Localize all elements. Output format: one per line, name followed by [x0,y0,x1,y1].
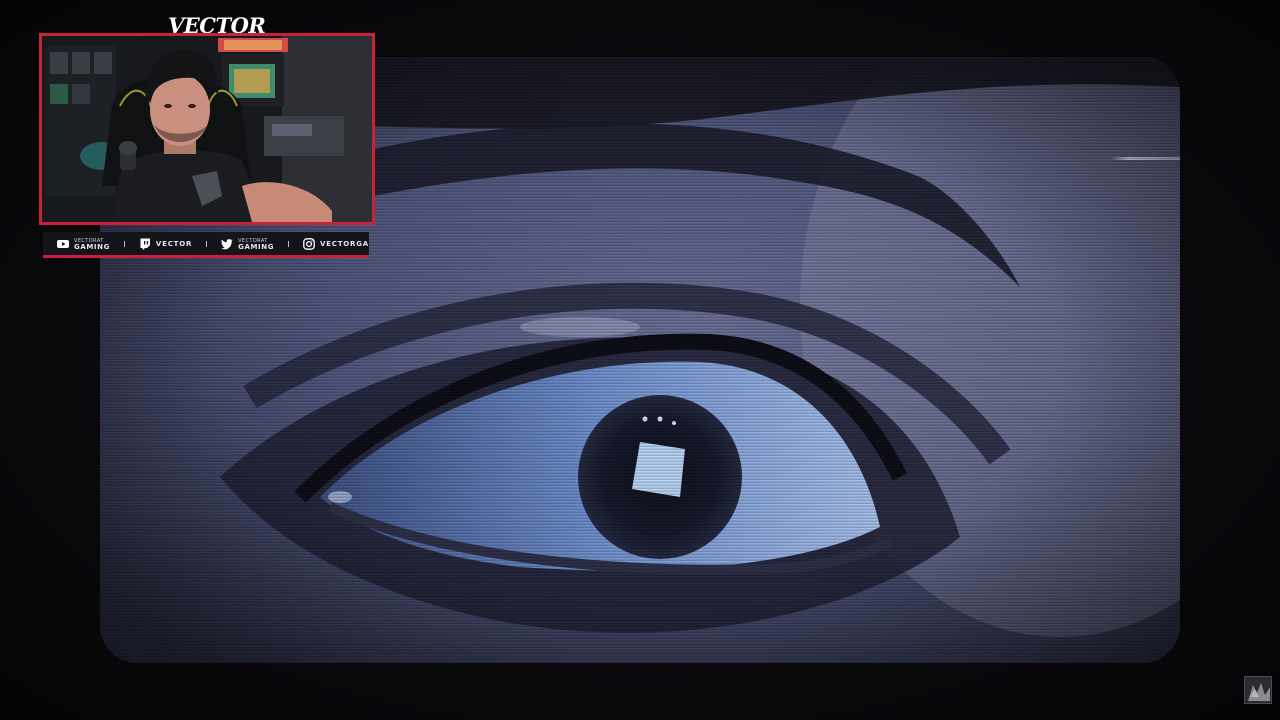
social-twitter[interactable]: VECTORAT GAMING [221,234,274,254]
youtube-icon [57,239,69,248]
webcam-image [42,36,372,222]
instagram-icon [303,237,315,250]
separator [206,240,208,247]
stream-canvas: VECTOR VECTORAT GAMING VECTOR VECTORAT G… [0,0,1280,720]
social-twitch-label: VECTOR [155,239,193,248]
twitch-icon [140,238,150,249]
webcam-feed[interactable] [39,33,375,225]
social-youtube[interactable]: VECTORAT GAMING [57,234,110,254]
social-instagram-label: VECTORGA [320,239,370,248]
glitch-line [1110,157,1180,160]
social-twitter-line2: GAMING [238,242,275,251]
social-links-bar: VECTORAT GAMING VECTOR VECTORAT GAMING V… [43,232,369,258]
twitter-icon [221,238,233,249]
watermark-icon [1245,677,1271,703]
channel-watermark-logo[interactable] [1244,676,1272,704]
separator [288,240,289,247]
social-instagram[interactable]: VECTORGA [303,234,369,254]
social-youtube-line2: GAMING [74,242,110,251]
social-twitch[interactable]: VECTOR [139,234,192,254]
separator [123,240,125,247]
